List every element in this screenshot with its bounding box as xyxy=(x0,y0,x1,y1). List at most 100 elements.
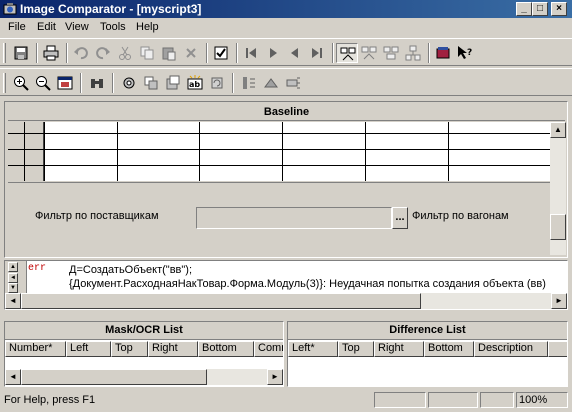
scroll-left-button[interactable]: ◄ xyxy=(8,273,18,283)
output-gutter: ▲ ◄ ▼ xyxy=(5,261,27,294)
region-2-icon[interactable] xyxy=(260,73,282,93)
output-line-1: Д=СоздатьОбъект("вв"); xyxy=(69,264,193,276)
mask-list-hscroll[interactable]: ◄ ► xyxy=(5,369,283,385)
region-3-icon[interactable] xyxy=(282,73,304,93)
last-icon[interactable] xyxy=(306,43,328,63)
toolbar-grip[interactable] xyxy=(3,43,6,63)
column-header[interactable]: Right xyxy=(148,341,198,357)
minimize-button[interactable]: _ xyxy=(516,2,532,16)
zoom-level: 100% xyxy=(516,392,568,408)
column-header[interactable]: Left xyxy=(66,341,111,357)
toolbar-grip[interactable] xyxy=(3,73,6,93)
column-header[interactable]: Comm xyxy=(254,341,283,357)
binoculars-icon[interactable] xyxy=(86,73,108,93)
scroll-down-button[interactable]: ▼ xyxy=(8,283,18,293)
app-icon xyxy=(3,3,17,15)
mask-cycle-icon[interactable] xyxy=(206,73,228,93)
scroll-up-button[interactable]: ▲ xyxy=(550,122,566,138)
mask-remove-icon[interactable] xyxy=(162,73,184,93)
status-text: For Help, press F1 xyxy=(4,394,96,406)
zoom-in-icon[interactable] xyxy=(10,73,32,93)
grid-row-header xyxy=(8,122,44,181)
maximize-button[interactable]: □ xyxy=(532,2,548,16)
context-help-icon[interactable]: ? xyxy=(454,43,476,63)
grid-line xyxy=(365,122,366,181)
ocr-icon[interactable]: ab xyxy=(184,73,206,93)
zoom-out-icon[interactable] xyxy=(32,73,54,93)
grid-line xyxy=(448,122,449,181)
scroll-left-button[interactable]: ◄ xyxy=(5,293,21,309)
menu-help[interactable]: Help xyxy=(136,21,159,33)
cut-icon[interactable] xyxy=(114,43,136,63)
menu-view[interactable]: View xyxy=(65,21,89,33)
undo-icon[interactable] xyxy=(70,43,92,63)
column-header[interactable]: Description xyxy=(474,341,548,357)
separator xyxy=(232,73,234,93)
first-icon[interactable] xyxy=(240,43,262,63)
region-1-icon[interactable] xyxy=(238,73,260,93)
scroll-up-button[interactable]: ▲ xyxy=(8,262,18,272)
scroll-right-button[interactable]: ► xyxy=(267,369,283,385)
scroll-thumb[interactable] xyxy=(21,293,421,309)
menu-bar: File Edit View Tools Help xyxy=(0,19,572,37)
scroll-thumb[interactable] xyxy=(21,369,207,385)
book-icon[interactable] xyxy=(432,43,454,63)
menu-file[interactable]: File xyxy=(8,21,26,33)
compare-mode-2-icon[interactable] xyxy=(358,43,380,63)
filter-supplier-input[interactable] xyxy=(196,207,392,229)
fit-window-icon[interactable] xyxy=(54,73,76,93)
column-header[interactable]: Bottom xyxy=(198,341,254,357)
mask-settings-icon[interactable] xyxy=(118,73,140,93)
grid-line xyxy=(282,122,283,181)
save-icon[interactable] xyxy=(10,43,32,63)
view-toolbar: ab xyxy=(0,68,572,96)
scroll-right-button[interactable]: ► xyxy=(551,293,567,309)
print-icon[interactable] xyxy=(40,43,62,63)
copy-icon[interactable] xyxy=(136,43,158,63)
output-hscroll[interactable]: ◄ ► xyxy=(5,293,567,309)
properties-icon[interactable] xyxy=(210,43,232,63)
svg-text:?: ? xyxy=(467,48,472,58)
compare-mode-4-icon[interactable] xyxy=(402,43,424,63)
filter-browse-button[interactable]: ... xyxy=(392,207,408,229)
compare-mode-3-icon[interactable] xyxy=(380,43,402,63)
column-header[interactable] xyxy=(548,341,567,357)
column-header[interactable]: Number* xyxy=(5,341,66,357)
grid-line xyxy=(8,165,552,166)
main-toolbar: ? xyxy=(0,38,572,66)
grid-line xyxy=(8,133,552,134)
output-pane: ▲ ◄ ▼ err Д=СоздатьОбъект("вв"); {Докуме… xyxy=(4,260,568,310)
window-title: Image Comparator - [myscript3] xyxy=(20,2,202,16)
grid-line xyxy=(24,122,25,181)
baseline-title: Baseline xyxy=(8,105,565,121)
grid-line xyxy=(44,122,45,181)
scroll-left-button[interactable]: ◄ xyxy=(5,369,21,385)
baseline-vscroll[interactable]: ▲ xyxy=(550,122,566,255)
separator xyxy=(428,43,430,63)
separator xyxy=(66,43,68,63)
difference-list: Difference List Left* Top Right Bottom D… xyxy=(287,321,568,387)
separator xyxy=(332,43,334,63)
column-header[interactable]: Left* xyxy=(288,341,338,357)
baseline-grid[interactable] xyxy=(8,122,552,181)
column-header[interactable]: Top xyxy=(338,341,374,357)
status-pane xyxy=(428,392,478,408)
menu-tools[interactable]: Tools xyxy=(100,21,126,33)
grid-line xyxy=(117,122,118,181)
previous-icon[interactable] xyxy=(284,43,306,63)
redo-icon[interactable] xyxy=(92,43,114,63)
close-button[interactable]: × xyxy=(551,2,567,16)
title-bar: Image Comparator - [myscript3] _ □ × xyxy=(0,0,572,18)
column-header[interactable]: Bottom xyxy=(424,341,474,357)
paste-icon[interactable] xyxy=(158,43,180,63)
compare-mode-1-icon[interactable] xyxy=(336,43,358,63)
error-tag: err xyxy=(28,263,47,274)
column-header[interactable]: Right xyxy=(374,341,424,357)
column-header[interactable]: Top xyxy=(111,341,148,357)
status-pane xyxy=(480,392,514,408)
mask-add-icon[interactable] xyxy=(140,73,162,93)
menu-edit[interactable]: Edit xyxy=(37,21,56,33)
delete-icon[interactable] xyxy=(180,43,202,63)
scroll-thumb[interactable] xyxy=(550,214,566,240)
next-icon[interactable] xyxy=(262,43,284,63)
